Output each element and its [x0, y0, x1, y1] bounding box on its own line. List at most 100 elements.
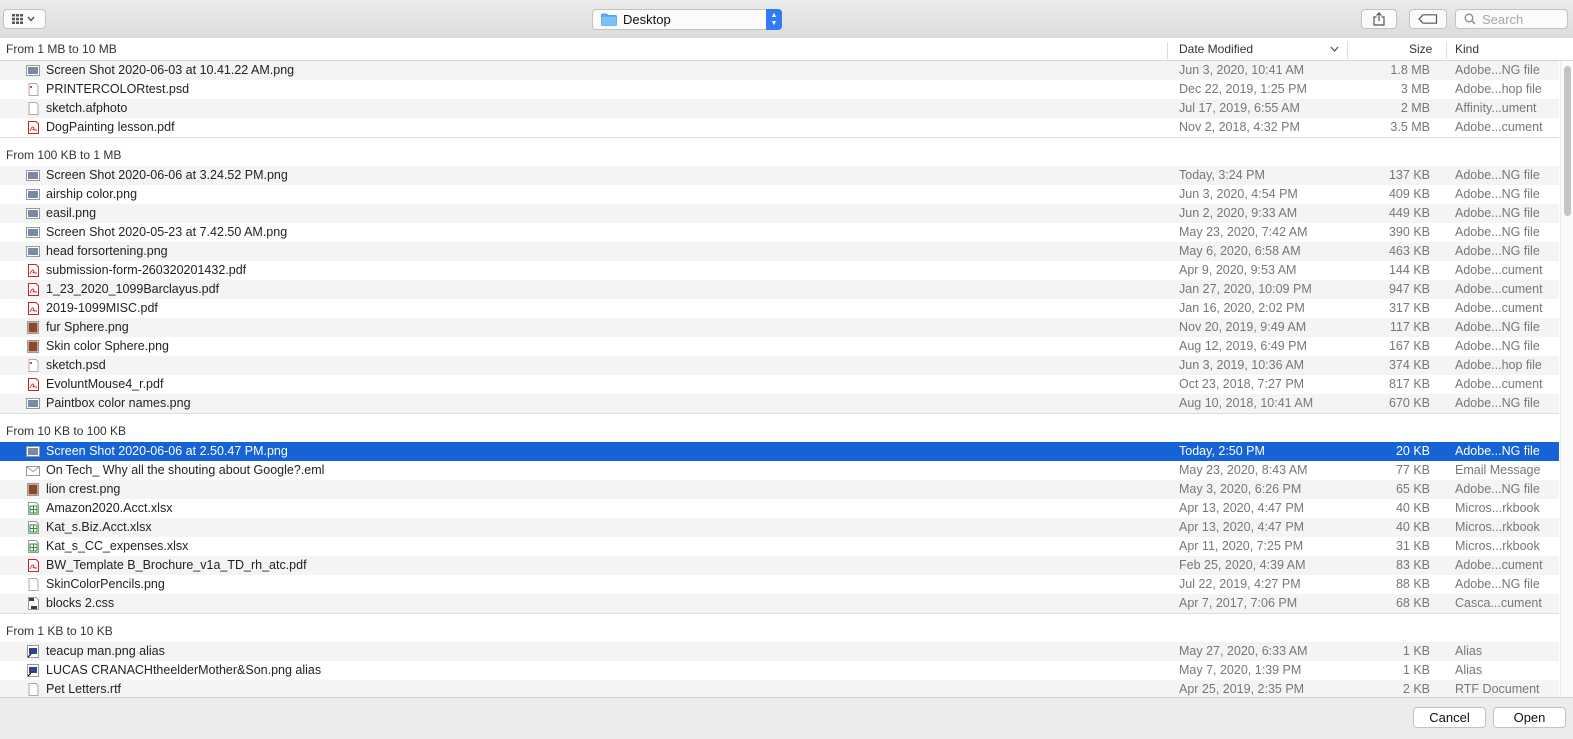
location-label: Desktop: [623, 12, 671, 27]
file-row[interactable]: teacup man.png alias May 27, 2020, 6:33 A…: [0, 642, 1559, 661]
search-input[interactable]: [1480, 10, 1564, 28]
file-name: BW_Template B_Brochure_v1a_TD_rh_atc.pdf: [46, 558, 307, 572]
file-row[interactable]: DogPainting lesson.pdf Nov 2, 2018, 4:32 …: [0, 118, 1559, 137]
file-row[interactable]: Kat_s_CC_expenses.xlsx Apr 11, 2020, 7:25…: [0, 537, 1559, 556]
file-date-modified: Dec 22, 2019, 1:25 PM: [1179, 82, 1307, 96]
date-modified-column-header[interactable]: Date Modified: [1179, 42, 1253, 56]
file-kind: Adobe...NG file: [1455, 577, 1540, 591]
pdf-file-icon: [28, 121, 39, 134]
file-date-modified: Jun 3, 2020, 4:54 PM: [1179, 187, 1298, 201]
file-date-modified: Apr 25, 2019, 2:35 PM: [1179, 682, 1305, 696]
file-size: 409 KB: [1388, 187, 1430, 201]
share-button[interactable]: [1361, 9, 1397, 29]
file-name: On Tech_ Why all the shouting about Goog…: [46, 463, 325, 477]
file-row[interactable]: sketch.psd Jun 3, 2019, 10:36 AM 374 KB Ado…: [0, 356, 1559, 375]
file-list[interactable]: Screen Shot 2020-06-03 at 10.41.22 AM.pn…: [0, 61, 1559, 697]
file-date-modified: Feb 25, 2020, 4:39 AM: [1179, 558, 1306, 572]
view-mode-button[interactable]: [3, 9, 46, 29]
file-size: 2 MB: [1400, 101, 1430, 115]
file-row[interactable]: Pet Letters.rtf Apr 25, 2019, 2:35 PM 2 KB…: [0, 680, 1559, 697]
file-row[interactable]: Screen Shot 2020-06-03 at 10.41.22 AM.pn…: [0, 61, 1559, 80]
file-kind: Micros...rkbook: [1455, 520, 1540, 534]
file-kind: Adobe...cument: [1455, 558, 1543, 572]
file-row[interactable]: fur Sphere.png Nov 20, 2019, 9:49 AM 117 K…: [0, 318, 1559, 337]
file-name: Pet Letters.rtf: [46, 682, 122, 696]
file-size: 817 KB: [1388, 377, 1430, 391]
file-row[interactable]: Screen Shot 2020-06-06 at 3.24.52 PM.png…: [0, 166, 1559, 185]
file-row[interactable]: EvoluntMouse4_r.pdf Oct 23, 2018, 7:27 PM…: [0, 375, 1559, 394]
file-kind: Adobe...NG file: [1455, 320, 1540, 334]
alias-file-icon: [27, 645, 39, 658]
file-row[interactable]: Amazon2020.Acct.xlsx Apr 13, 2020, 4:47 P…: [0, 499, 1559, 518]
group-header-label: From 1 MB to 10 MB: [6, 42, 117, 56]
file-row[interactable]: SkinColorPencils.png Jul 22, 2019, 4:27 P…: [0, 575, 1559, 594]
file-row[interactable]: blocks 2.css Apr 7, 2017, 7:06 PM 68 KB Cas…: [0, 594, 1559, 613]
file-row[interactable]: airship color.png Jun 3, 2020, 4:54 PM 409…: [0, 185, 1559, 204]
open-button[interactable]: Open: [1493, 707, 1566, 728]
file-kind: Adobe...NG file: [1455, 168, 1540, 182]
file-name: Screen Shot 2020-06-06 at 3.24.52 PM.png: [46, 168, 288, 182]
pdf-file-icon: [28, 378, 39, 391]
file-name: fur Sphere.png: [46, 320, 129, 334]
file-size: 40 KB: [1395, 501, 1430, 515]
column-divider[interactable]: [1446, 42, 1447, 59]
file-row-selected[interactable]: Screen Shot 2020-06-06 at 2.50.47 PM.png…: [0, 442, 1559, 461]
file-row[interactable]: Screen Shot 2020-05-23 at 7.42.50 AM.png…: [0, 223, 1559, 242]
file-name: DogPainting lesson.pdf: [46, 120, 175, 134]
file-size: 947 KB: [1388, 282, 1430, 296]
cancel-button[interactable]: Cancel: [1413, 707, 1486, 728]
file-name: blocks 2.css: [46, 596, 115, 610]
file-kind: Adobe...NG file: [1455, 396, 1540, 410]
pdf-file-icon: [28, 264, 39, 277]
file-size: 144 KB: [1388, 263, 1430, 277]
file-name: easil.png: [46, 206, 97, 220]
png-file-icon: [26, 65, 40, 76]
file-kind: Adobe...cument: [1455, 263, 1543, 277]
file-row[interactable]: easil.png Jun 2, 2020, 9:33 AM 449 KB Adobe…: [0, 204, 1559, 223]
grid-icon: [11, 14, 35, 24]
column-divider[interactable]: [1167, 42, 1168, 59]
file-date-modified: Nov 20, 2019, 9:49 AM: [1179, 320, 1307, 334]
eml-file-icon: [26, 466, 40, 476]
psd-file-icon: [28, 359, 39, 372]
search-field[interactable]: [1455, 9, 1568, 29]
file-size: 77 KB: [1395, 463, 1430, 477]
file-date-modified: May 23, 2020, 8:43 AM: [1179, 463, 1308, 477]
group-header: From 10 KB to 100 KB: [0, 413, 1559, 442]
doc-file-icon: [28, 683, 39, 696]
dialog-footer: Cancel Open: [0, 697, 1573, 739]
file-size: 463 KB: [1388, 244, 1430, 258]
search-icon: [1464, 13, 1476, 25]
file-row[interactable]: PRINTERCOLORtest.psd Dec 22, 2019, 1:25 P…: [0, 80, 1559, 99]
file-row[interactable]: On Tech_ Why all the shouting about Goog…: [0, 461, 1559, 480]
column-divider[interactable]: [1347, 42, 1348, 59]
file-size: 374 KB: [1388, 358, 1430, 372]
file-size: 167 KB: [1388, 339, 1430, 353]
file-row[interactable]: Skin color Sphere.png Aug 12, 2019, 6:49 …: [0, 337, 1559, 356]
file-row[interactable]: lion crest.png May 3, 2020, 6:26 PM 65 KB A…: [0, 480, 1559, 499]
file-date-modified: Today, 2:50 PM: [1179, 444, 1265, 458]
size-column-header[interactable]: Size: [1409, 42, 1432, 56]
file-row[interactable]: BW_Template B_Brochure_v1a_TD_rh_atc.pdf…: [0, 556, 1559, 575]
file-row[interactable]: Paintbox color names.png Aug 10, 2018, 10…: [0, 394, 1559, 413]
file-name: Screen Shot 2020-05-23 at 7.42.50 AM.png: [46, 225, 288, 239]
file-row[interactable]: head forsortening.png May 6, 2020, 6:58 A…: [0, 242, 1559, 261]
file-date-modified: Apr 7, 2017, 7:06 PM: [1179, 596, 1298, 610]
file-row[interactable]: submission-form-260320201432.pdf Apr 9, 2…: [0, 261, 1559, 280]
file-row[interactable]: 2019-1099MISC.pdf Jan 16, 2020, 2:02 PM 31…: [0, 299, 1559, 318]
png-file-icon: [26, 170, 40, 181]
file-row[interactable]: sketch.afphoto Jul 17, 2019, 6:55 AM 2 MB A…: [0, 99, 1559, 118]
file-name: Skin color Sphere.png: [46, 339, 169, 353]
file-row[interactable]: 1_23_2020_1099Barclayus.pdf Jan 27, 2020,…: [0, 280, 1559, 299]
pdf-file-icon: [28, 302, 39, 315]
location-popup[interactable]: Desktop ▲ ▼: [592, 9, 782, 30]
file-size: 1 KB: [1402, 663, 1430, 677]
file-date-modified: Jun 3, 2020, 10:41 AM: [1179, 63, 1305, 77]
kind-column-header[interactable]: Kind: [1455, 42, 1479, 56]
vertical-scrollbar[interactable]: [1560, 61, 1573, 697]
tags-button[interactable]: [1409, 9, 1447, 29]
png-file-icon: [26, 398, 40, 409]
file-row[interactable]: Kat_s.Biz.Acct.xlsx Apr 13, 2020, 4:47 PM…: [0, 518, 1559, 537]
file-row[interactable]: LUCAS CRANACHtheelderMother&Son.png alia…: [0, 661, 1559, 680]
scrollbar-thumb[interactable]: [1564, 66, 1571, 216]
